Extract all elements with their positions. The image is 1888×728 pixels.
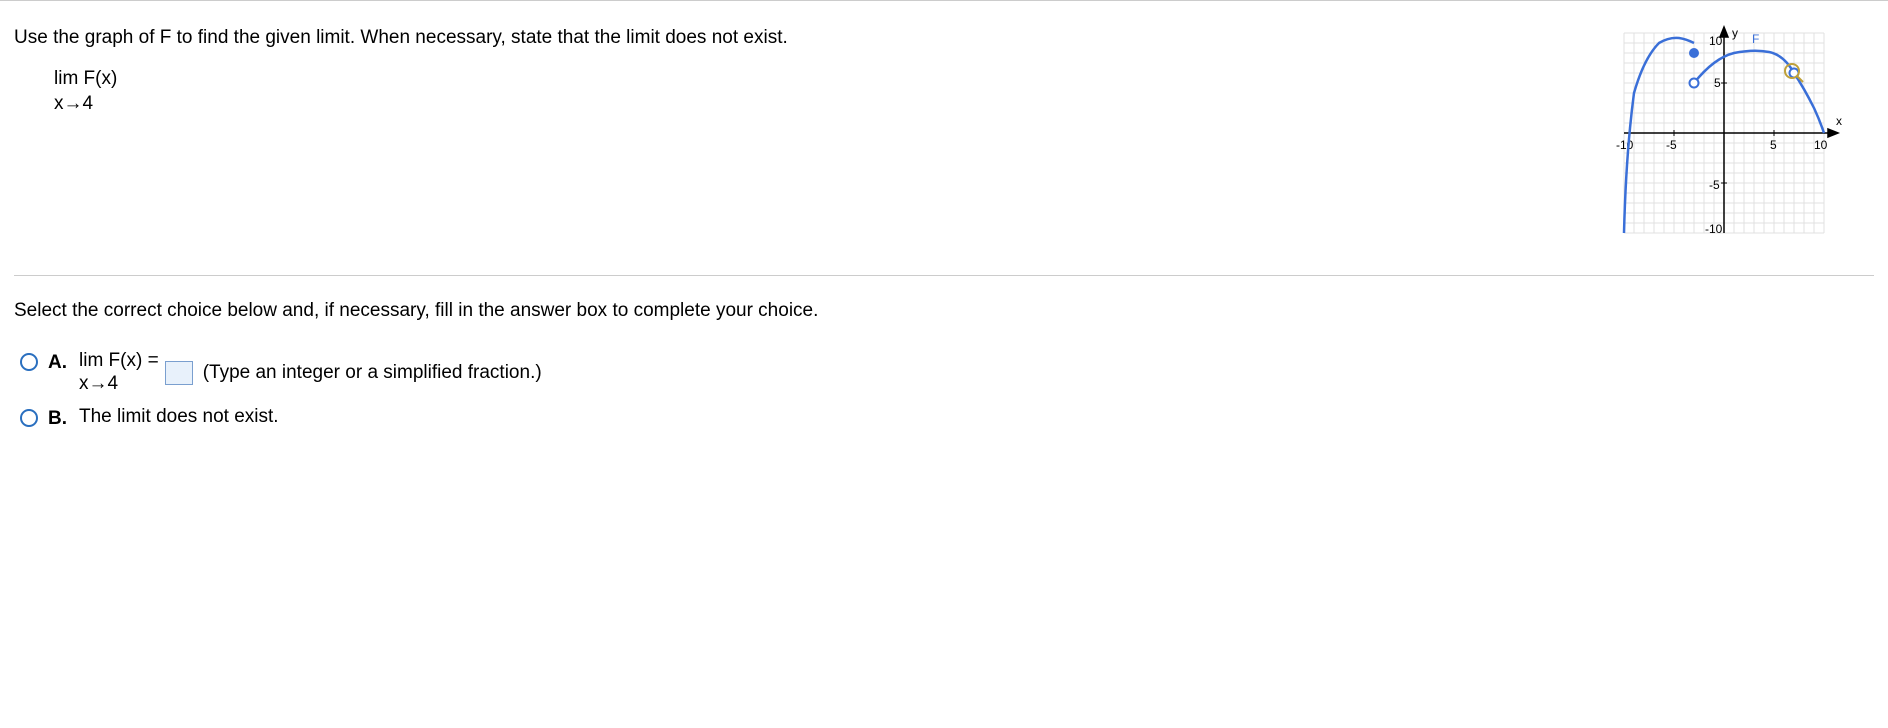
choice-a-limit: lim F(x) = x→4 [79, 350, 159, 396]
question-prompt: Use the graph of F to find the given lim… [14, 27, 1594, 49]
limit-bot: x→4 [54, 92, 1594, 117]
radio-a[interactable] [20, 353, 38, 371]
tick-x-5: 5 [1770, 138, 1777, 152]
tick-y-neg5: -5 [1709, 178, 1720, 192]
choice-a[interactable]: A. lim F(x) = x→4 (Type an integer or a … [14, 350, 1874, 396]
limit-top: lim F(x) [54, 67, 1594, 92]
axis-label-x: x [1836, 114, 1842, 128]
choice-a-hint: (Type an integer or a simplified fractio… [203, 362, 542, 384]
graph-svg: 10 5 -5 -10 -10 -5 5 10 y x F [1614, 23, 1854, 243]
axis-label-y: y [1732, 26, 1738, 40]
tick-y-neg10: -10 [1705, 222, 1723, 236]
choice-b-label: B. [48, 406, 67, 430]
tick-x-neg10: -10 [1616, 138, 1634, 152]
question-row: Use the graph of F to find the given lim… [14, 23, 1874, 243]
tick-y-5: 5 [1714, 76, 1721, 90]
function-label: F [1752, 32, 1759, 46]
closed-point-icon [1689, 48, 1699, 58]
open-point-icon [1690, 79, 1699, 88]
tick-x-neg5: -5 [1666, 138, 1677, 152]
choice-b-text: The limit does not exist. [79, 406, 279, 428]
answer-input[interactable] [165, 361, 193, 385]
choices-intro: Select the correct choice below and, if … [14, 300, 1874, 322]
graph[interactable]: 10 5 -5 -10 -10 -5 5 10 y x F [1614, 23, 1854, 243]
question-text: Use the graph of F to find the given lim… [14, 23, 1594, 116]
choice-b[interactable]: B. The limit does not exist. [14, 406, 1874, 430]
choice-a-label: A. [48, 350, 67, 374]
radio-b[interactable] [20, 409, 38, 427]
limit-expression: lim F(x) x→4 [54, 67, 1594, 116]
tick-y-10: 10 [1709, 34, 1723, 48]
tick-x-10: 10 [1814, 138, 1828, 152]
